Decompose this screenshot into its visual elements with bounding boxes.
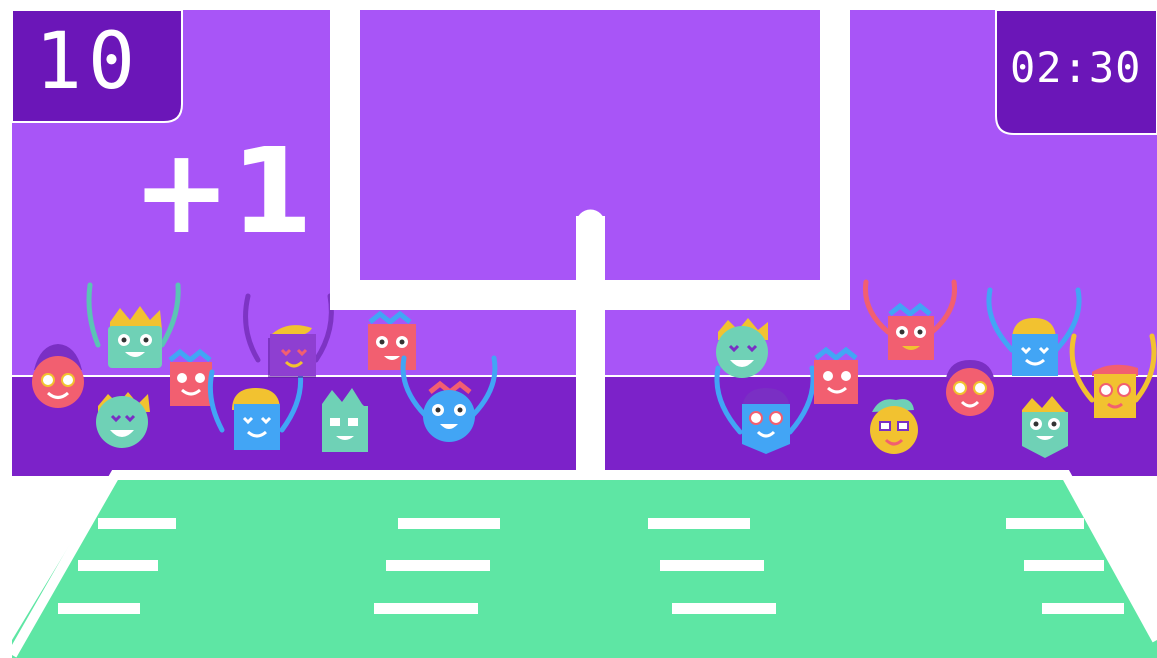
fan-monster [946, 360, 994, 416]
game-stage: 10 02:30 +1 [0, 0, 1157, 658]
countdown-timer: 02:30 [1010, 43, 1142, 92]
score-counter: 10 [35, 17, 141, 107]
bonus-points-popup: +1 [132, 122, 313, 260]
fan-monster [870, 399, 918, 454]
football-field [7, 470, 1157, 658]
stadium-scene [0, 0, 1157, 658]
